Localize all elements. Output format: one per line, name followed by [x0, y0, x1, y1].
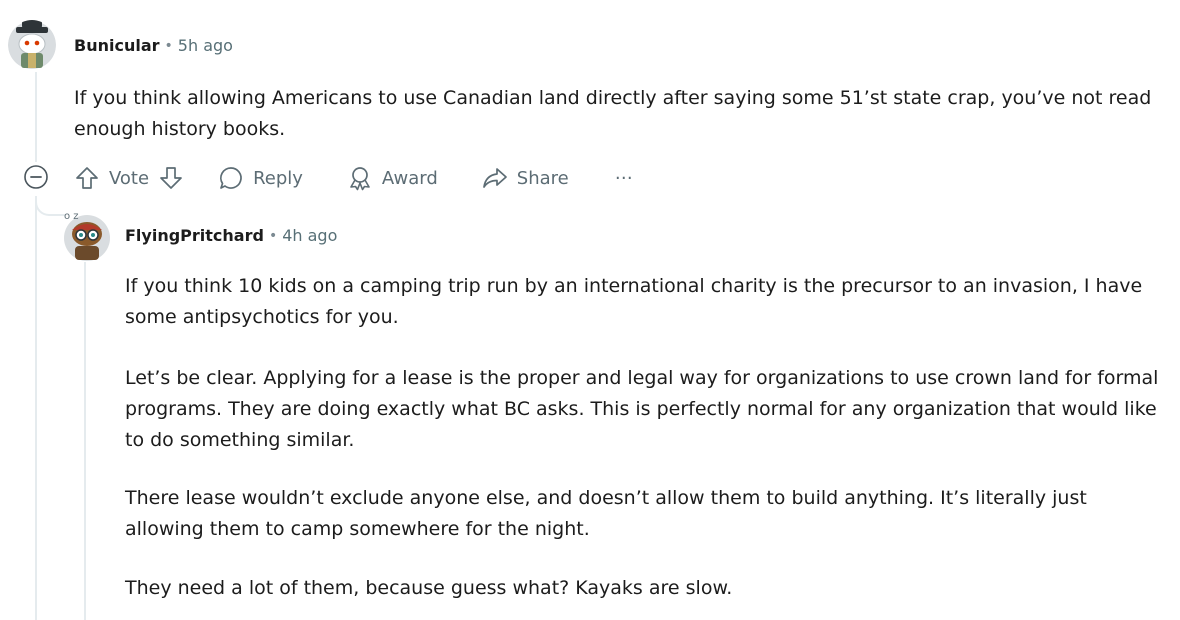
award-label: Award — [381, 167, 438, 189]
share-arrow-icon — [482, 168, 507, 188]
comment-paragraph: If you think 10 kids on a camping trip r… — [125, 275, 1143, 328]
thread-line-reply — [84, 262, 86, 620]
reply-label: Reply — [253, 167, 303, 189]
share-button[interactable]: Share — [482, 165, 569, 191]
more-options-button[interactable]: … — [615, 165, 633, 187]
comment-paragraph: Let’s be clear. Applying for a lease is … — [125, 367, 1159, 451]
share-label: Share — [516, 167, 569, 189]
award-button[interactable]: Award — [347, 165, 438, 191]
collapse-button[interactable] — [23, 164, 49, 194]
upvote-button[interactable] — [74, 165, 100, 191]
separator-dot: • — [164, 37, 173, 54]
snoo-avatar-icon: o z — [64, 211, 110, 261]
thread-line-root-lower — [35, 196, 37, 620]
award-ribbon-icon — [350, 167, 370, 191]
thread-branch-connector — [35, 196, 65, 216]
author-name[interactable]: FlyingPritchard — [125, 226, 264, 245]
comment-meta: FlyingPritchard • 4h ago — [125, 226, 337, 245]
avatar[interactable] — [8, 20, 56, 70]
timestamp[interactable]: 5h ago — [178, 36, 233, 55]
comment-action-bar: Vote Reply Award Share … — [74, 164, 633, 192]
avatar[interactable]: o z — [62, 208, 112, 262]
snoo-avatar-icon — [8, 20, 56, 69]
minus-circle-icon — [24, 165, 48, 189]
thread-line-root — [35, 72, 37, 162]
comment-meta: Bunicular • 5h ago — [74, 36, 233, 55]
arrow-down-icon — [160, 167, 182, 189]
comment-paragraph: There lease wouldn’t exclude anyone else… — [125, 487, 1087, 540]
more-options-icon: … — [614, 163, 633, 184]
speech-bubble-icon — [220, 167, 242, 189]
vote-label: Vote — [109, 167, 150, 189]
timestamp[interactable]: 4h ago — [282, 226, 337, 245]
arrow-up-icon — [76, 167, 98, 189]
author-name[interactable]: Bunicular — [74, 36, 160, 55]
comment-body: If you think allowing Americans to use C… — [74, 87, 1152, 140]
separator-dot: • — [268, 227, 278, 244]
comment-paragraph: They need a lot of them, because guess w… — [125, 577, 733, 599]
downvote-button[interactable] — [158, 165, 184, 191]
reply-button[interactable]: Reply — [218, 165, 303, 191]
svg-text:o z: o z — [64, 211, 79, 222]
